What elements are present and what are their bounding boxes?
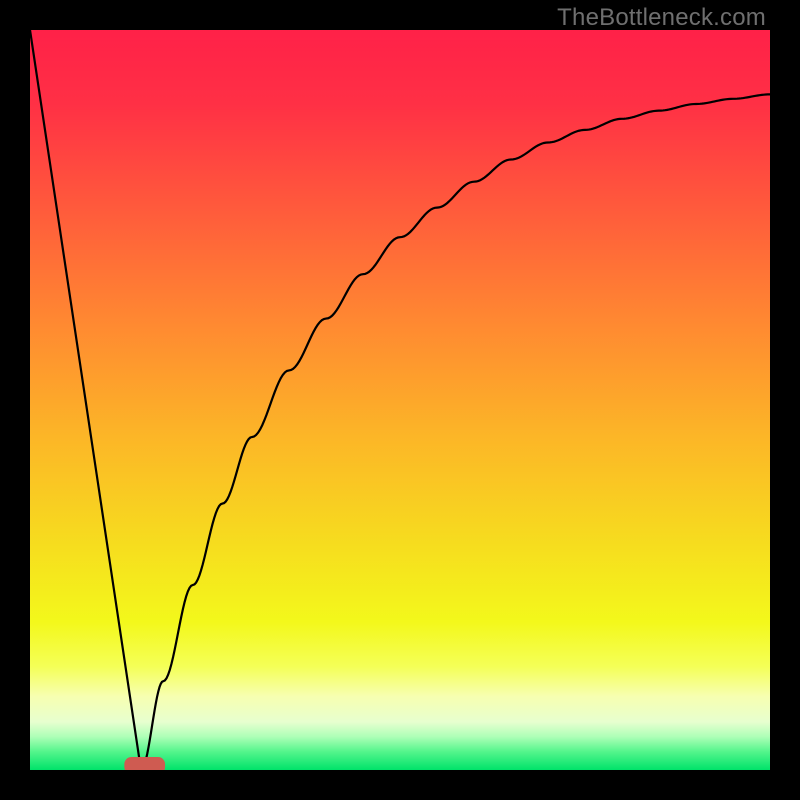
plot-area	[30, 30, 770, 770]
chart-curves	[30, 30, 770, 770]
watermark-text: TheBottleneck.com	[557, 4, 766, 32]
minimum-marker	[124, 757, 165, 770]
left-branch-line	[30, 30, 141, 770]
right-branch-line	[141, 94, 770, 770]
chart-frame: TheBottleneck.com	[0, 0, 800, 800]
